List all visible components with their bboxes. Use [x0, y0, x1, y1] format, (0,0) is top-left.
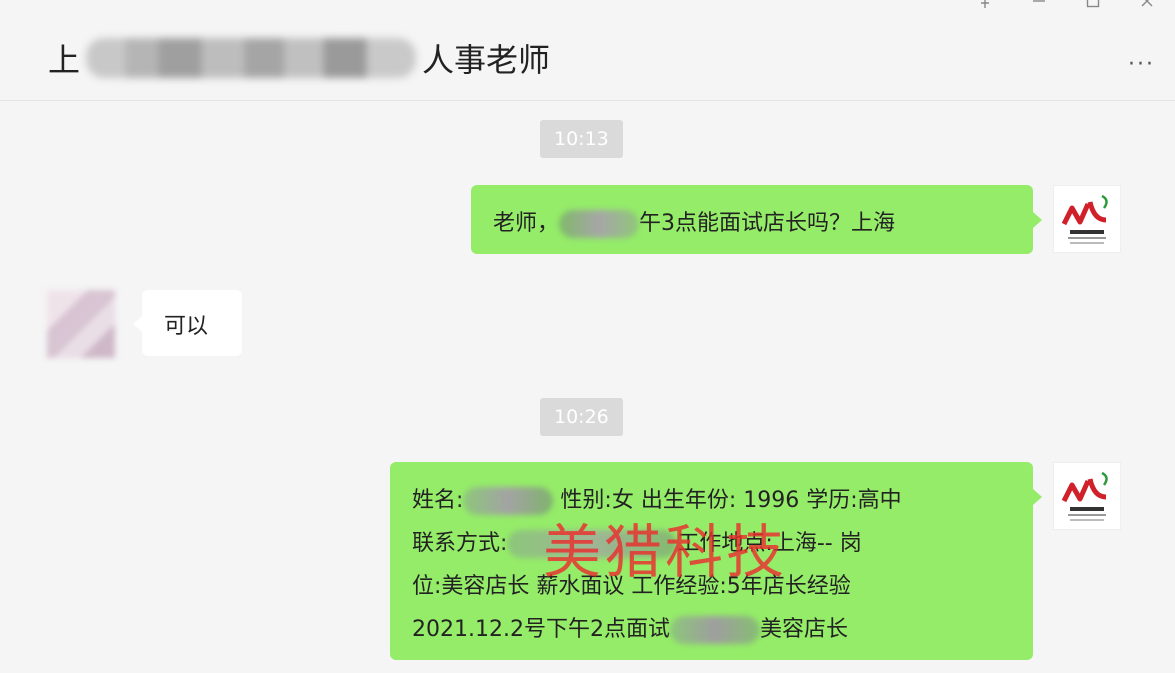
timestamp: 10:26 [540, 398, 623, 436]
window-controls [975, 0, 1157, 10]
chat-title-prefix: 上 [48, 41, 81, 79]
chat-header: 上 人事老师 ··· [0, 0, 1175, 101]
redacted-name [86, 38, 417, 78]
my-avatar[interactable] [1053, 462, 1121, 530]
message-text: 2021.12.2号下午2点面试 [412, 617, 670, 642]
message-text: 可以 [164, 314, 209, 339]
message-text: 美容店长 [759, 617, 848, 642]
ml-logo-icon [1061, 194, 1108, 244]
message-text: 老师， [493, 211, 560, 236]
my-avatar[interactable] [1053, 185, 1121, 253]
timestamp: 10:13 [540, 120, 623, 158]
received-message-bubble[interactable]: 可以 [142, 290, 242, 356]
minimize-icon[interactable] [1029, 0, 1049, 10]
contact-avatar[interactable] [47, 290, 115, 358]
more-options-button[interactable]: ··· [1128, 52, 1155, 77]
close-icon[interactable] [1137, 0, 1157, 10]
pin-icon[interactable] [975, 0, 995, 10]
redacted-text [669, 616, 760, 644]
message-text: 姓名: [412, 488, 464, 513]
message-text: 午3点能面试店长吗？上海 [639, 211, 896, 236]
redacted-text [463, 487, 554, 515]
bubble-tail [1033, 489, 1042, 505]
watermark: 美猎科技 [543, 518, 788, 586]
bubble-tail [1033, 212, 1042, 228]
chat-title: 上 人事老师 [48, 30, 550, 86]
message-text: 联系方式: [412, 531, 508, 556]
sent-message-bubble[interactable]: 老师， 午3点能面试店长吗？上海 [471, 185, 1033, 254]
redacted-text [559, 210, 640, 238]
chat-title-text: 人事老师 [422, 41, 551, 79]
maximize-icon[interactable] [1083, 0, 1103, 10]
bubble-tail [133, 316, 142, 332]
ml-logo-icon [1061, 471, 1108, 521]
